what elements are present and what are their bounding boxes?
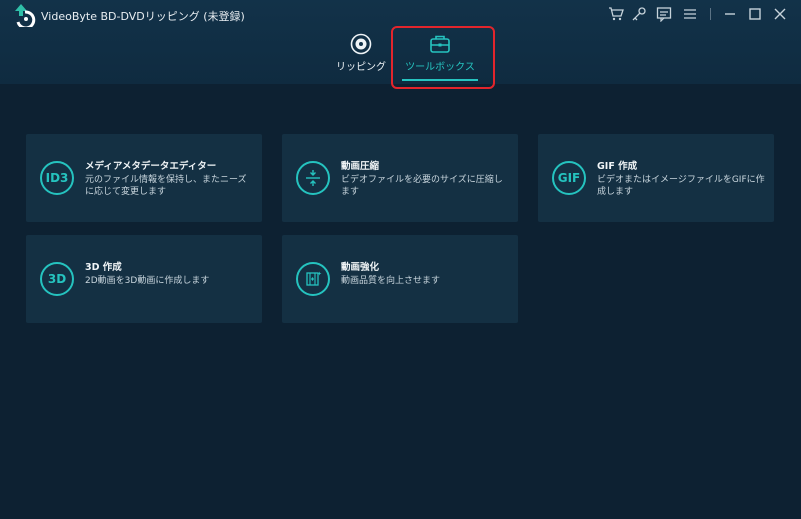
- tool-title: 動画強化: [341, 262, 380, 273]
- tool-desc: 2D動画を3D動画に作成します: [85, 276, 210, 286]
- disc-icon: [350, 33, 372, 55]
- highlight-box: [391, 26, 495, 89]
- minimize-icon[interactable]: [719, 3, 741, 25]
- 3d-icon: 3D: [40, 262, 74, 296]
- title-bar: VideoByte BD-DVDリッピング (未登録) リッピング ツールボック…: [0, 0, 801, 89]
- tool-desc: ビデオファイルを必要のサイズに圧縮します: [341, 175, 503, 197]
- tool-desc: 動画品質を向上させます: [341, 276, 441, 286]
- tool-desc: ビデオまたはイメージファイルをGIFに作成します: [597, 175, 765, 197]
- tab-ripping[interactable]: リッピング: [336, 33, 386, 83]
- tool-title: GIF 作成: [597, 161, 638, 172]
- tool-title: 動画圧縮: [341, 161, 380, 172]
- app-title: VideoByte BD-DVDリッピング (未登録): [41, 10, 245, 23]
- tab-ripping-label: リッピング: [336, 62, 386, 73]
- tool-card-video-enhancer[interactable]: 動画強化 動画品質を向上させます: [282, 235, 518, 323]
- menu-icon[interactable]: [679, 3, 701, 25]
- tool-card-3d-maker[interactable]: 3D 3D 作成 2D動画を3D動画に作成します: [26, 235, 262, 323]
- feedback-icon[interactable]: [653, 3, 675, 25]
- key-icon[interactable]: [628, 3, 650, 25]
- tool-title: 3D 作成: [85, 262, 122, 273]
- close-icon[interactable]: [769, 3, 791, 25]
- cart-icon[interactable]: [605, 3, 627, 25]
- title-separator: [710, 8, 711, 20]
- tool-card-video-compressor[interactable]: 動画圧縮 ビデオファイルを必要のサイズに圧縮します: [282, 134, 518, 222]
- tool-desc: 元のファイル情報を保持し、またニーズに応じて変更します: [85, 175, 247, 197]
- tool-title: メディアメタデータエディター: [85, 161, 217, 172]
- compress-icon: [296, 161, 330, 195]
- app-logo: [15, 4, 36, 27]
- tool-card-id3-editor[interactable]: ID3 メディアメタデータエディター 元のファイル情報を保持し、またニーズに応じ…: [26, 134, 262, 222]
- id3-icon: ID3: [40, 161, 74, 195]
- enhance-icon: [296, 262, 330, 296]
- gif-icon: GIF: [552, 161, 586, 195]
- maximize-icon[interactable]: [744, 3, 766, 25]
- tool-card-gif-maker[interactable]: GIF GIF 作成 ビデオまたはイメージファイルをGIFに作成します: [538, 134, 774, 222]
